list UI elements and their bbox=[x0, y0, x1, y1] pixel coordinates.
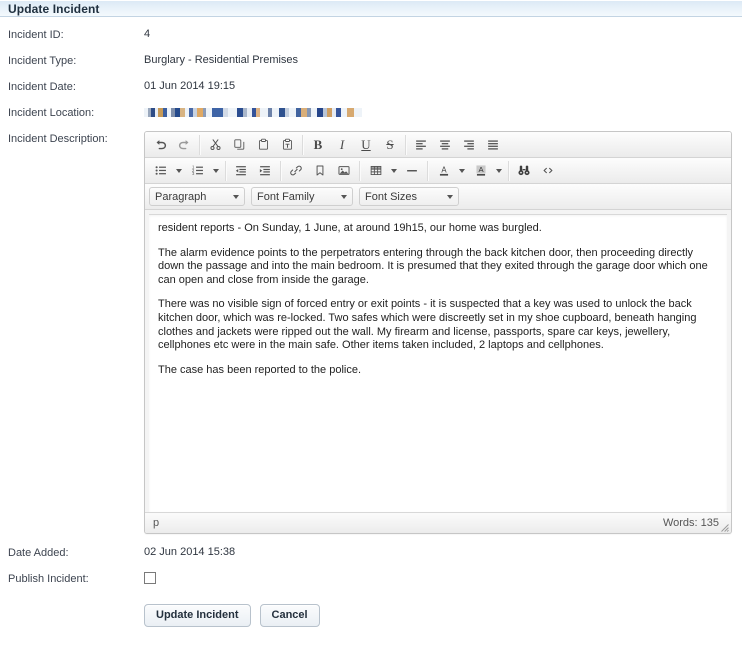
underline-icon[interactable]: U bbox=[355, 135, 377, 155]
toolbar-group-colors: A A bbox=[431, 160, 509, 181]
font-family-chevron-down-icon[interactable] bbox=[341, 194, 347, 199]
rich-text-editor[interactable]: B I U S 1 2 3 A A Paragraph Font Family … bbox=[144, 131, 732, 534]
source-code-icon[interactable] bbox=[537, 161, 559, 181]
toolbar-group-indent bbox=[229, 160, 281, 181]
date-added-value: 02 Jun 2014 15:38 bbox=[144, 546, 236, 558]
page-header: Update Incident bbox=[0, 0, 742, 17]
toolbar-group-format: B I U S bbox=[306, 134, 406, 155]
redo-icon[interactable] bbox=[173, 135, 195, 155]
font-sizes-select-label: Font Sizes bbox=[365, 190, 417, 203]
font-sizes-select[interactable]: Font Sizes bbox=[359, 187, 459, 206]
incident-id-value: 4 bbox=[144, 28, 151, 40]
paste-as-text-icon[interactable] bbox=[276, 135, 298, 155]
field-row-incident-type: Incident Type: Burglary - Residential Pr… bbox=[0, 53, 742, 68]
align-justify-icon[interactable] bbox=[482, 135, 504, 155]
incident-date-value: 01 Jun 2014 19:15 bbox=[144, 80, 236, 92]
publish-incident-checkbox[interactable] bbox=[144, 572, 156, 584]
find-replace-icon[interactable] bbox=[513, 161, 535, 181]
field-row-publish-incident: Publish Incident: bbox=[0, 571, 742, 588]
field-row-incident-id: Incident ID: 4 bbox=[0, 27, 742, 42]
image-icon[interactable] bbox=[333, 161, 355, 181]
editor-toolbar-row-1: B I U S bbox=[145, 132, 731, 158]
element-path[interactable]: p bbox=[153, 517, 159, 529]
background-color-icon[interactable]: A bbox=[470, 161, 492, 181]
paragraph-select-label: Paragraph bbox=[155, 190, 207, 203]
paragraph-chevron-down-icon[interactable] bbox=[233, 194, 239, 199]
date-added-label: Date Added: bbox=[8, 547, 69, 559]
outdent-icon[interactable] bbox=[230, 161, 252, 181]
undo-icon[interactable] bbox=[149, 135, 171, 155]
text-color-icon[interactable]: A bbox=[433, 161, 455, 181]
form-actions: Update Incident Cancel bbox=[0, 604, 742, 627]
bullet-list-icon[interactable] bbox=[150, 161, 172, 181]
publish-incident-label: Publish Incident: bbox=[8, 573, 89, 585]
numbered-list-control[interactable]: 123 bbox=[186, 161, 221, 181]
numbered-list-icon[interactable]: 123 bbox=[187, 161, 209, 181]
incident-form: Incident ID: 4 Incident Type: Burglary -… bbox=[0, 17, 742, 627]
table-control[interactable] bbox=[364, 161, 399, 181]
description-paragraph: There was no visible sign of forced entr… bbox=[158, 298, 697, 352]
indent-icon[interactable] bbox=[254, 161, 276, 181]
align-center-icon[interactable] bbox=[434, 135, 456, 155]
background-color-control[interactable]: A bbox=[469, 161, 504, 181]
toolbar-group-insert bbox=[284, 160, 360, 181]
incident-date-label: Incident Date: bbox=[8, 81, 76, 93]
toolbar-group-lists: 123 bbox=[148, 160, 226, 181]
field-row-incident-location: Incident Location: bbox=[0, 105, 742, 120]
toolbar-group-alignment bbox=[409, 135, 508, 155]
update-incident-button[interactable]: Update Incident bbox=[144, 604, 251, 627]
editor-toolbar-row-3: Paragraph Font Family Font Sizes bbox=[145, 184, 731, 210]
paste-icon[interactable] bbox=[252, 135, 274, 155]
font-family-select-label: Font Family bbox=[257, 190, 315, 203]
strikethrough-icon[interactable]: S bbox=[379, 135, 401, 155]
field-row-incident-date: Incident Date: 01 Jun 2014 19:15 bbox=[0, 79, 742, 94]
editor-toolbar-row-2: 123 A A bbox=[145, 158, 731, 184]
incident-description-label: Incident Description: bbox=[8, 133, 108, 145]
toolbar-group-tools bbox=[512, 161, 563, 181]
anchor-icon[interactable] bbox=[309, 161, 331, 181]
numbered-list-chevron-down-icon[interactable] bbox=[210, 161, 221, 181]
table-icon[interactable] bbox=[365, 161, 387, 181]
link-icon[interactable] bbox=[285, 161, 307, 181]
toolbar-group-table-rule bbox=[363, 160, 428, 181]
incident-type-value: Burglary - Residential Premises bbox=[144, 54, 299, 66]
font-sizes-chevron-down-icon[interactable] bbox=[447, 194, 453, 199]
align-left-icon[interactable] bbox=[410, 135, 432, 155]
description-paragraph: The case has been reported to the police… bbox=[158, 363, 362, 376]
copy-icon[interactable] bbox=[228, 135, 250, 155]
table-chevron-down-icon[interactable] bbox=[388, 161, 399, 181]
svg-text:3: 3 bbox=[192, 171, 195, 176]
incident-id-label: Incident ID: bbox=[8, 29, 64, 41]
align-right-icon[interactable] bbox=[458, 135, 480, 155]
svg-text:A: A bbox=[441, 166, 447, 175]
word-count: Words: 135 bbox=[662, 517, 719, 529]
bullet-list-control[interactable] bbox=[149, 161, 184, 181]
incident-location-value bbox=[144, 105, 362, 117]
bullet-list-chevron-down-icon[interactable] bbox=[173, 161, 184, 181]
paragraph-select[interactable]: Paragraph bbox=[149, 187, 245, 206]
background-color-chevron-down-icon[interactable] bbox=[493, 161, 504, 181]
font-family-select[interactable]: Font Family bbox=[251, 187, 353, 206]
description-paragraph: The alarm evidence points to the perpetr… bbox=[158, 246, 708, 286]
editor-content-area[interactable]: resident reports - On Sunday, 1 June, at… bbox=[149, 214, 727, 512]
bold-icon[interactable]: B bbox=[307, 135, 329, 155]
page-title: Update Incident bbox=[8, 1, 100, 16]
cut-icon[interactable] bbox=[204, 135, 226, 155]
toolbar-group-history bbox=[148, 134, 200, 155]
resize-grip-icon[interactable] bbox=[720, 523, 729, 532]
description-paragraph: resident reports - On Sunday, 1 June, at… bbox=[158, 222, 542, 234]
incident-type-label: Incident Type: bbox=[8, 55, 77, 67]
horizontal-rule-icon[interactable] bbox=[401, 161, 423, 181]
text-color-control[interactable]: A bbox=[432, 161, 467, 181]
field-row-incident-description: Incident Description: B I U S 1 2 3 A A … bbox=[0, 131, 742, 534]
editor-status-bar: p Words: 135 bbox=[145, 512, 731, 533]
italic-icon[interactable]: I bbox=[331, 135, 353, 155]
cancel-button[interactable]: Cancel bbox=[259, 604, 320, 627]
toolbar-group-clipboard bbox=[203, 134, 303, 155]
text-color-chevron-down-icon[interactable] bbox=[456, 161, 467, 181]
redacted-location-text bbox=[144, 108, 362, 117]
field-row-date-added: Date Added: 02 Jun 2014 15:38 bbox=[0, 545, 742, 560]
incident-location-label: Incident Location: bbox=[8, 107, 95, 119]
